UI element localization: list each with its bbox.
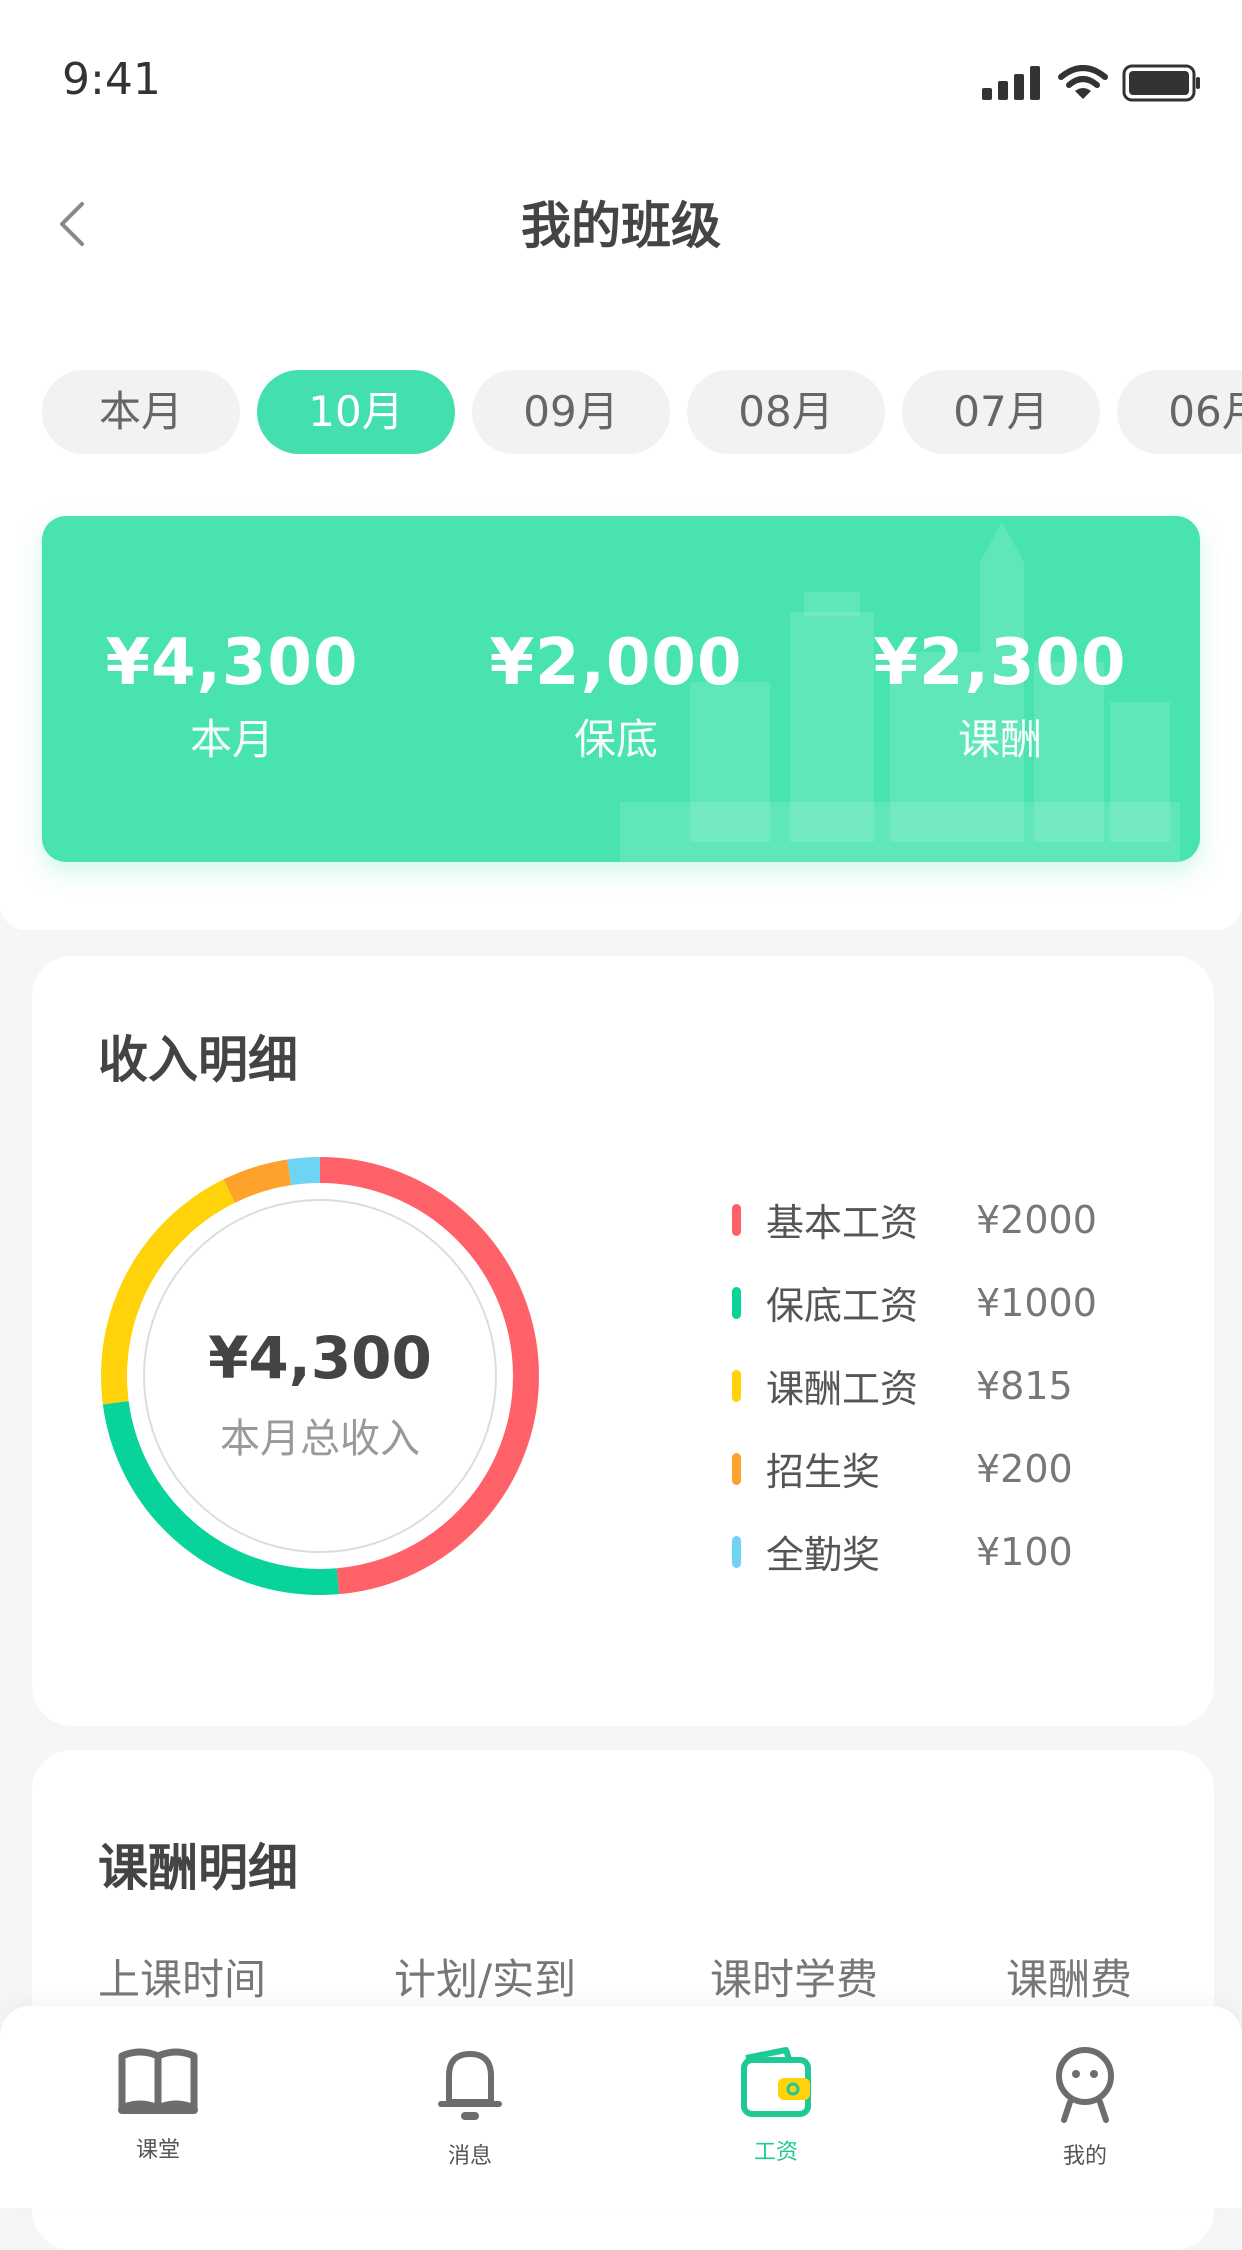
legend-color-marker	[732, 1452, 741, 1485]
summary-amount: ¥2,300	[873, 626, 1127, 700]
wifi-icon	[1058, 65, 1108, 99]
summary-fee: ¥2,300 课酬	[810, 626, 1190, 767]
tab-mine[interactable]: 我的	[1005, 2044, 1165, 2170]
income-legend: 基本工资 ¥2000 保底工资 ¥1000 课酬工资 ¥815 招生奖 ¥200…	[732, 1178, 1097, 1593]
tab-salary[interactable]: 工资	[696, 2044, 856, 2166]
income-detail-card: 收入明细 ¥4,300 本月总收入 基本工资 ¥2000 保底工资 ¥1000 …	[32, 956, 1214, 1726]
column-header: 课酬费	[1006, 1955, 1133, 2004]
fee-table-header: 上课时间 计划/实到 课时学费 课酬费	[98, 1946, 1198, 2007]
column-header: 计划/实到	[394, 1955, 577, 2004]
battery-icon	[1122, 64, 1200, 102]
month-tab[interactable]: 09月	[472, 370, 670, 454]
book-icon	[118, 2048, 198, 2114]
summary-base: ¥2,000 保底	[426, 626, 806, 767]
legend-name: 全勤奖	[766, 1533, 881, 1577]
summary-amount: ¥2,000	[489, 626, 743, 700]
legend-value: ¥2000	[976, 1197, 1097, 1242]
month-tab-active[interactable]: 10月	[257, 370, 455, 454]
legend-value: ¥1000	[976, 1280, 1097, 1325]
wallet-icon	[741, 2047, 811, 2117]
month-tab[interactable]: 07月	[902, 370, 1100, 454]
tab-messages[interactable]: 消息	[390, 2044, 550, 2170]
legend-value: ¥200	[976, 1446, 1073, 1491]
page-title: 我的班级	[521, 197, 721, 255]
bottom-tab-bar: 课堂 消息 工资 我的	[0, 2006, 1242, 2208]
summary-label: 保底	[573, 715, 658, 764]
income-title: 收入明细	[98, 1031, 298, 1089]
status-indicators	[982, 60, 1202, 106]
legend-color-marker	[732, 1203, 741, 1236]
summary-amount: ¥4,300	[105, 626, 359, 700]
status-time: 9:41	[62, 54, 161, 105]
legend-color-marker	[732, 1535, 741, 1568]
month-selector: 本月10月09月08月07月06月	[42, 370, 1242, 456]
legend-item: 基本工资 ¥2000	[732, 1178, 1097, 1261]
tab-label: 课堂	[135, 2138, 180, 2163]
fee-title: 课酬明细	[98, 1839, 298, 1897]
donut-total-label: 本月总收入	[220, 1416, 420, 1462]
profile-icon	[1056, 2047, 1114, 2123]
summary-label: 课酬	[957, 715, 1042, 764]
legend-item: 全勤奖 ¥100	[732, 1510, 1097, 1593]
salary-summary-banner: ¥4,300 本月 ¥2,000 保底 ¥2,300 课酬	[42, 516, 1200, 862]
tab-label: 工资	[753, 2140, 798, 2165]
month-tab[interactable]: 08月	[687, 370, 885, 454]
legend-item: 课酬工资 ¥815	[732, 1344, 1097, 1427]
legend-item: 招生奖 ¥200	[732, 1427, 1097, 1510]
tab-classroom[interactable]: 课堂	[78, 2044, 238, 2164]
tab-label: 我的	[1062, 2144, 1107, 2169]
legend-name: 课酬工资	[766, 1367, 919, 1411]
donut-total-amount: ¥4,300	[208, 1324, 432, 1392]
legend-value: ¥815	[976, 1363, 1073, 1408]
cellular-signal-icon	[982, 66, 1040, 100]
legend-name: 基本工资	[766, 1201, 919, 1245]
summary-label: 本月	[189, 715, 274, 764]
tab-label: 消息	[447, 2144, 492, 2169]
income-donut-chart: ¥4,300 本月总收入	[90, 1146, 550, 1606]
column-header: 上课时间	[98, 1955, 267, 2004]
top-section: 9:41 我的班级 本月10月09月08月07月06月	[0, 0, 1242, 930]
legend-name: 保底工资	[766, 1284, 919, 1328]
legend-value: ¥100	[976, 1529, 1073, 1574]
bell-icon	[438, 2051, 502, 2120]
legend-item: 保底工资 ¥1000	[732, 1261, 1097, 1344]
legend-color-marker	[732, 1369, 741, 1402]
summary-month: ¥4,300 本月	[42, 626, 422, 767]
month-tab[interactable]: 本月	[42, 370, 240, 454]
legend-color-marker	[732, 1286, 741, 1319]
legend-name: 招生奖	[766, 1450, 881, 1494]
month-tab[interactable]: 06月	[1117, 370, 1242, 454]
column-header: 课时学费	[710, 1955, 879, 2004]
